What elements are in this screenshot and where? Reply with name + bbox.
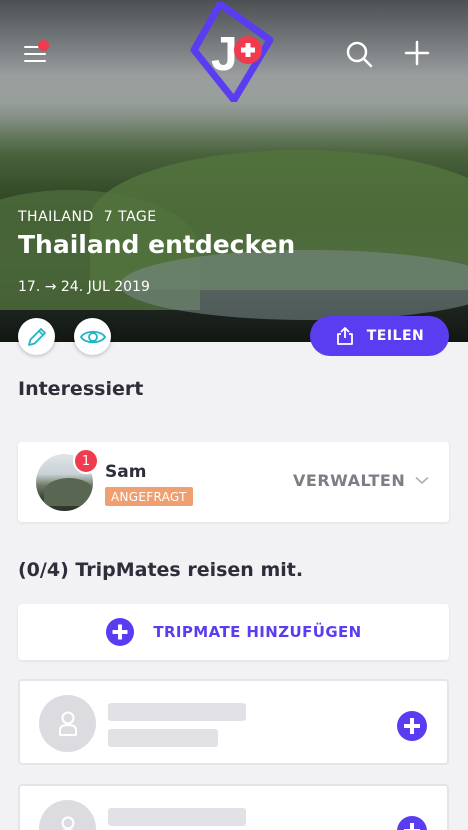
share-icon	[336, 327, 353, 345]
trip-meta: THAILAND 7 TAGE	[18, 209, 157, 225]
chevron-down-icon	[415, 476, 429, 485]
notification-badge: 1	[73, 448, 99, 474]
tripmate-slot	[18, 784, 449, 830]
share-button[interactable]: TEILEN	[310, 316, 449, 356]
trip-country: THAILAND	[18, 209, 94, 225]
placeholder-line	[108, 729, 218, 747]
interested-heading: Interessiert	[18, 378, 144, 400]
plus-circle-icon[interactable]	[396, 710, 428, 742]
tripmate-slot	[18, 679, 449, 765]
manage-button[interactable]: VERWALTEN	[293, 471, 429, 490]
plus-icon[interactable]	[404, 40, 430, 66]
add-tripmate-button[interactable]: TRIPMATE HINZUFÜGEN	[18, 604, 449, 660]
placeholder-line	[108, 703, 246, 721]
trip-title: Thailand entdecken	[18, 230, 296, 259]
search-icon[interactable]	[345, 40, 373, 68]
menu-notification-dot	[38, 40, 49, 51]
status-badge: ANGEFRAGT	[105, 487, 193, 506]
edit-button[interactable]	[18, 318, 55, 355]
placeholder-line	[108, 808, 246, 826]
share-label: TEILEN	[366, 328, 425, 344]
member-name: Sam	[105, 462, 147, 482]
eye-icon	[79, 330, 106, 343]
placeholder-avatar	[39, 800, 96, 830]
trip-duration: 7 TAGE	[103, 209, 157, 225]
trip-dates: 17. → 24. JUL 2019	[18, 279, 150, 295]
app-logo[interactable]: J	[190, 2, 278, 102]
svg-text:J: J	[211, 28, 238, 81]
member-card[interactable]: 1 Sam ANGEFRAGT VERWALTEN	[18, 442, 449, 522]
user-icon	[60, 816, 75, 830]
plus-circle-icon	[106, 618, 135, 646]
plus-circle-icon[interactable]	[396, 815, 428, 830]
view-button[interactable]	[74, 318, 111, 355]
user-icon	[58, 711, 77, 736]
tripmates-heading: (0/4) TripMates reisen mit.	[18, 559, 304, 581]
pencil-icon	[27, 327, 46, 346]
placeholder-avatar	[39, 695, 96, 752]
manage-label: VERWALTEN	[293, 471, 406, 490]
add-tripmate-label: TRIPMATE HINZUFÜGEN	[153, 623, 362, 641]
